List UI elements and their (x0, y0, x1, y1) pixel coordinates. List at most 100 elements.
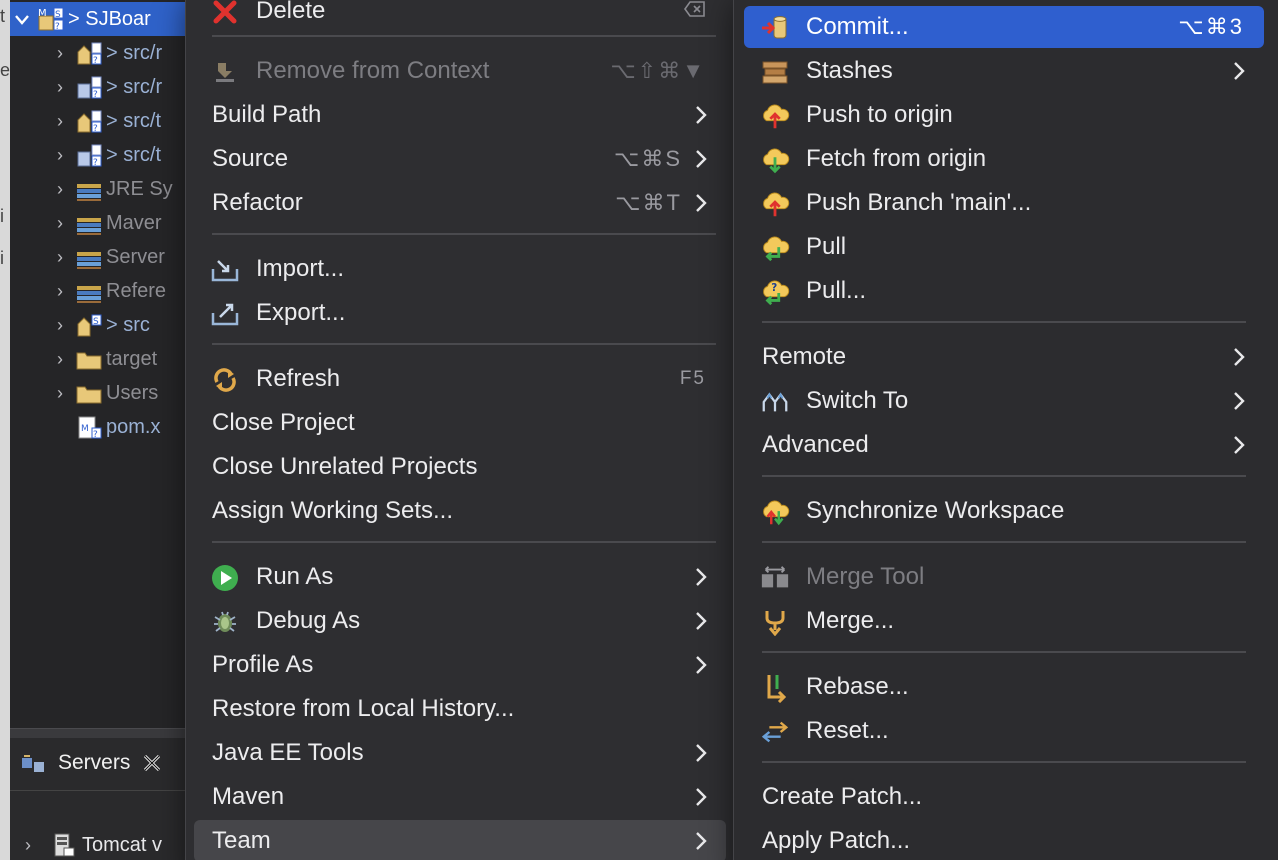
library-icon (72, 176, 106, 202)
tree-item-label: > src (106, 313, 150, 336)
menu-item-delete[interactable]: Delete (194, 0, 726, 32)
chevron-right-icon[interactable]: › (48, 179, 72, 200)
tree-item[interactable]: › ? > src/r (10, 36, 186, 70)
menu-item-import[interactable]: Import... (194, 248, 726, 290)
chevron-right-icon (1234, 436, 1245, 454)
menu-item-label: Pull (806, 233, 847, 260)
chevron-right-icon (696, 612, 707, 630)
menu-item-pull-dialog[interactable]: ? Pull... (744, 270, 1264, 312)
tree-item-label: Users (106, 381, 159, 404)
tree-item[interactable]: › Refere (10, 274, 186, 308)
menu-item-close-unrelated-projects[interactable]: Close Unrelated Projects (194, 446, 726, 488)
tree-item-label: > src/t (106, 143, 162, 166)
server-row-tomcat[interactable]: › Tomcat v (10, 828, 186, 860)
chevron-right-icon[interactable]: › (10, 835, 46, 856)
chevron-down-icon[interactable] (10, 9, 34, 30)
chevron-right-icon[interactable]: › (48, 111, 72, 132)
menu-item-refresh[interactable]: Refresh F5 (194, 358, 726, 400)
menu-item-advanced[interactable]: Advanced (744, 424, 1264, 466)
divider (10, 790, 186, 791)
menu-item-label: Advanced (762, 431, 869, 458)
import-icon (210, 255, 240, 285)
menu-item-remove-from-context[interactable]: Remove from Context ⌥⇧⌘▼ (194, 50, 726, 92)
menu-item-merge[interactable]: Merge... (744, 600, 1264, 642)
menu-item-reset[interactable]: Reset... (744, 710, 1264, 752)
menu-item-label: Remove from Context (256, 57, 490, 84)
tree-item[interactable]: › target (10, 342, 186, 376)
tree-item[interactable]: › ? > src/t (10, 104, 186, 138)
menu-item-apply-patch[interactable]: Apply Patch... (744, 820, 1264, 860)
menu-item-refactor[interactable]: Refactor ⌥⌘T (194, 182, 726, 224)
menu-item-restore-local-history[interactable]: Restore from Local History... (194, 688, 726, 730)
tree-item[interactable]: › Server (10, 240, 186, 274)
svg-text:?: ? (55, 22, 60, 32)
menu-item-debug-as[interactable]: Debug As (194, 600, 726, 642)
tree-item-label: Server (106, 245, 165, 268)
commit-icon (760, 13, 790, 43)
menu-item-remote[interactable]: Remote (744, 336, 1264, 378)
chevron-right-icon[interactable]: › (48, 315, 72, 336)
menu-item-export[interactable]: Export... (194, 292, 726, 334)
chevron-right-icon[interactable]: › (48, 43, 72, 64)
menu-item-rebase[interactable]: Rebase... (744, 666, 1264, 708)
menu-item-close-project[interactable]: Close Project (194, 402, 726, 444)
tree-item[interactable]: › ? > src/r (10, 70, 186, 104)
tab-servers[interactable]: Servers (10, 742, 186, 784)
menu-item-label: Merge... (806, 607, 895, 634)
tree-item[interactable]: › JRE Sy (10, 172, 186, 206)
tree-item[interactable]: › Maver (10, 206, 186, 240)
menu-item-push-to-origin[interactable]: Push to origin (744, 94, 1264, 136)
editor-edge: t e i i (0, 0, 10, 860)
menu-item-source[interactable]: Source ⌥⌘S (194, 138, 726, 180)
tree-item[interactable]: › ? > src/t (10, 138, 186, 172)
tree-item[interactable]: M? pom.x (10, 410, 186, 444)
merge-icon (760, 607, 790, 637)
chevron-right-icon[interactable]: › (48, 247, 72, 268)
chevron-right-icon[interactable]: › (48, 145, 72, 166)
chevron-right-icon (696, 788, 707, 806)
menu-item-create-patch[interactable]: Create Patch... (744, 776, 1264, 818)
chevron-right-icon[interactable]: › (48, 383, 72, 404)
menu-item-team[interactable]: Team (194, 820, 726, 860)
tree-item-label: > src/r (106, 41, 163, 64)
panel-splitter[interactable] (10, 728, 186, 738)
menu-item-merge-tool[interactable]: Merge Tool (744, 556, 1264, 598)
menu-item-pull[interactable]: Pull (744, 226, 1264, 268)
menu-separator (212, 35, 716, 37)
tree-item[interactable]: › S > src (10, 308, 186, 342)
menu-item-fetch-from-origin[interactable]: Fetch from origin (744, 138, 1264, 180)
menu-item-java-ee-tools[interactable]: Java EE Tools (194, 732, 726, 774)
chevron-right-icon[interactable]: › (48, 77, 72, 98)
menu-item-label: Switch To (806, 387, 909, 414)
menu-item-assign-working-sets[interactable]: Assign Working Sets... (194, 490, 726, 532)
svg-text:?: ? (93, 158, 98, 168)
library-icon (72, 210, 106, 236)
chevron-right-icon[interactable]: › (48, 213, 72, 234)
chevron-right-icon[interactable]: › (48, 281, 72, 302)
close-icon[interactable] (142, 753, 162, 773)
menu-item-label: Apply Patch... (762, 827, 911, 854)
chevron-right-icon (696, 744, 707, 762)
chevron-right-icon[interactable]: › (48, 349, 72, 370)
menu-item-build-path[interactable]: Build Path (194, 94, 726, 136)
menu-item-run-as[interactable]: Run As (194, 556, 726, 598)
menu-item-shortcut: ⌥⇧⌘▼ (610, 58, 706, 83)
menu-separator (762, 475, 1246, 477)
menu-item-push-branch[interactable]: Push Branch 'main'... (744, 182, 1264, 224)
menu-item-profile-as[interactable]: Profile As (194, 644, 726, 686)
switch-branch-icon (760, 387, 790, 417)
fetch-icon (760, 145, 790, 175)
menu-item-label: Assign Working Sets... (212, 497, 453, 524)
tree-item-project[interactable]: M S? > SJBoar (10, 2, 186, 36)
menu-item-synchronize-workspace[interactable]: Synchronize Workspace (744, 490, 1264, 532)
menu-item-maven[interactable]: Maven (194, 776, 726, 818)
menu-item-switch-to[interactable]: Switch To (744, 380, 1264, 422)
svg-text:?: ? (93, 430, 98, 440)
menu-item-commit[interactable]: Commit... ⌥⌘3 (744, 6, 1264, 48)
chevron-right-icon (1234, 348, 1245, 366)
tree-item[interactable]: › Users (10, 376, 186, 410)
export-icon (210, 299, 240, 329)
package-source-icon: ? (72, 40, 106, 66)
servers-icon (10, 752, 58, 774)
menu-item-stashes[interactable]: Stashes (744, 50, 1264, 92)
